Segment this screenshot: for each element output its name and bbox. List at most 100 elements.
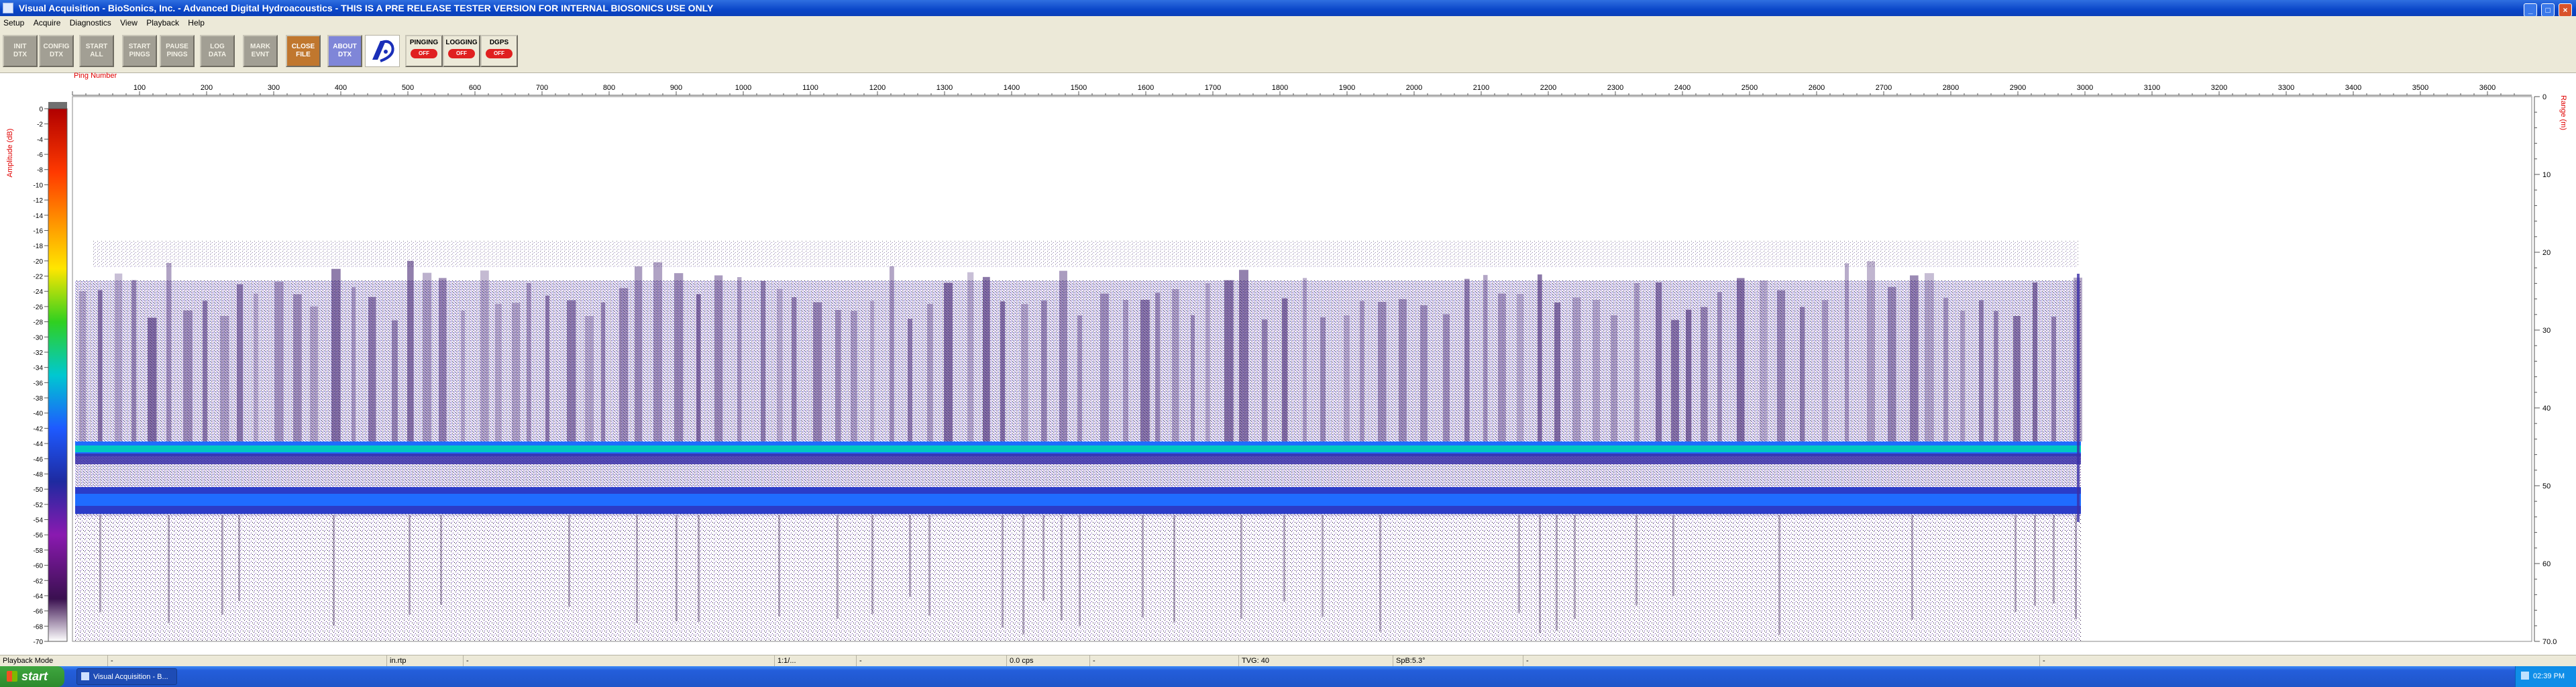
- menu-playback[interactable]: Playback: [146, 18, 179, 28]
- status-spb: SpB:5.3°: [1393, 655, 1426, 667]
- amplitude-axis-label: Amplitude (dB): [6, 129, 14, 178]
- amplitude-tick-label: -60: [34, 563, 44, 570]
- ping-tick-label: 1700: [1205, 84, 1221, 92]
- amplitude-tick-label: -52: [34, 502, 44, 509]
- range-tick-label: 20: [2542, 249, 2551, 257]
- taskbar-item-visual-acquisition[interactable]: Visual Acquisition - B...: [76, 668, 177, 685]
- app-icon: [3, 3, 13, 13]
- amplitude-tick-label: -6: [37, 152, 43, 159]
- status-ratio: 1:1/...: [774, 655, 796, 667]
- range-tick-label: 40: [2542, 405, 2551, 413]
- range-tick-label: 60: [2542, 560, 2551, 568]
- status-sep-3: -: [856, 655, 862, 667]
- ping-tick-label: 1400: [1004, 84, 1020, 92]
- ping-tick-label: 2600: [1809, 84, 1825, 92]
- network-icon[interactable]: [2521, 672, 2529, 680]
- ping-tick-label: 900: [670, 84, 682, 92]
- ping-tick-label: 1500: [1071, 84, 1087, 92]
- menu-help[interactable]: Help: [188, 18, 205, 28]
- amplitude-tick-label: -14: [34, 213, 44, 220]
- ping-tick-label: 2100: [1473, 84, 1489, 92]
- amplitude-tick-label: -24: [34, 288, 44, 296]
- amplitude-tick-label: -30: [34, 334, 44, 341]
- status-sep-1: -: [107, 655, 113, 667]
- amplitude-tick-label: -44: [34, 441, 44, 448]
- toolbar: INIT DTX CONFIG DTX START ALL START PING…: [0, 30, 2576, 73]
- minimize-button[interactable]: _: [2524, 3, 2538, 17]
- amplitude-tick-label: 0: [39, 106, 43, 113]
- title-bar: Visual Acquisition - BioSonics, Inc. - A…: [0, 0, 2576, 17]
- close-file-button[interactable]: CLOSE FILE: [286, 35, 321, 67]
- amplitude-tick-label: -64: [34, 593, 44, 600]
- ping-tick-label: 1800: [1272, 84, 1288, 92]
- ping-tick-label: 2500: [1741, 84, 1758, 92]
- amplitude-tick-label: -12: [34, 197, 44, 205]
- amplitude-tick-label: -42: [34, 425, 44, 433]
- status-file: in.rtp: [386, 655, 406, 667]
- ping-tick-label: 300: [268, 84, 280, 92]
- ping-tick-label: 2800: [1943, 84, 1959, 92]
- amplitude-tick-label: -50: [34, 486, 44, 494]
- biosonics-logo-icon: [365, 35, 400, 67]
- ping-axis-label: Ping Number: [74, 72, 117, 80]
- task-label: Visual Acquisition - B...: [93, 673, 168, 681]
- status-tvg: TVG: 40: [1238, 655, 1269, 667]
- amplitude-tick-label: -22: [34, 274, 44, 281]
- ping-ticks: 100 200 300 400 500 600 700 800 900 1000 1100 1200 1…: [72, 84, 2515, 95]
- amplitude-tick-label: -40: [34, 411, 44, 418]
- mark-event-button[interactable]: MARK EVNT: [243, 35, 278, 67]
- menu-acquire[interactable]: Acquire: [34, 18, 61, 28]
- about-dtx-button[interactable]: ABOUT DTX: [327, 35, 362, 67]
- pinging-state: OFF: [411, 49, 437, 58]
- ping-tick-label: 1000: [735, 84, 751, 92]
- status-sep-2: -: [463, 655, 469, 667]
- amplitude-tick-label: -20: [34, 258, 44, 266]
- ping-tick-label: 3600: [2479, 84, 2496, 92]
- amplitude-tick-label: -54: [34, 517, 44, 525]
- pause-pings-button[interactable]: PAUSE PINGS: [160, 35, 195, 67]
- ping-tick-label: 2300: [1607, 84, 1623, 92]
- amplitude-tick-label: -32: [34, 350, 44, 357]
- logging-indicator: LOGGING OFF: [443, 35, 480, 67]
- config-dtx-button[interactable]: CONFIG DTX: [39, 35, 74, 67]
- ping-tick-label: 1100: [802, 84, 818, 92]
- ping-tick-label: 1200: [869, 84, 885, 92]
- start-button[interactable]: start: [0, 666, 64, 687]
- init-dtx-button[interactable]: INIT DTX: [3, 35, 38, 67]
- amplitude-tick-label: -66: [34, 609, 44, 616]
- echogram-view[interactable]: Ping Number Amplitude (dB) Range (m) 0 -2…: [0, 72, 2576, 655]
- ping-tick-label: 100: [133, 84, 146, 92]
- ping-tick-label: 1300: [936, 84, 953, 92]
- ping-tick-label: 3300: [2278, 84, 2294, 92]
- amplitude-tick-label: -26: [34, 304, 44, 311]
- log-data-button[interactable]: LOG DATA: [200, 35, 235, 67]
- amplitude-ticks: 0 -2 -4 -6 -8 -10 -12 -14 -16 -18 -20 -22 -24 -26 -28 -…: [34, 106, 48, 646]
- status-rate: 0.0 cps: [1006, 655, 1033, 667]
- amplitude-tick-label: -36: [34, 380, 44, 387]
- dgps-indicator: DGPS OFF: [480, 35, 518, 67]
- pinging-indicator: PINGING OFF: [405, 35, 443, 67]
- start-all-button[interactable]: START ALL: [79, 35, 114, 67]
- app-window-icon: [81, 672, 89, 680]
- amplitude-tick-label: -46: [34, 456, 44, 464]
- close-button[interactable]: ×: [2559, 3, 2572, 17]
- ping-tick-label: 600: [469, 84, 481, 92]
- menu-view[interactable]: View: [120, 18, 138, 28]
- amplitude-tick-label: -16: [34, 227, 44, 235]
- ping-tick-label: 1600: [1138, 84, 1154, 92]
- maximize-button[interactable]: □: [2541, 3, 2555, 17]
- menu-diagnostics[interactable]: Diagnostics: [70, 18, 111, 28]
- ping-tick-label: 3200: [2211, 84, 2227, 92]
- amplitude-tick-label: -10: [34, 182, 44, 189]
- menu-setup[interactable]: Setup: [3, 18, 24, 28]
- amplitude-tick-label: -68: [34, 623, 44, 631]
- ping-tick-label: 3500: [2412, 84, 2428, 92]
- amplitude-tick-label: -48: [34, 471, 44, 478]
- window-title: Visual Acquisition - BioSonics, Inc. - A…: [18, 3, 714, 13]
- range-axis-label: Range (m): [2559, 95, 2567, 130]
- start-pings-button[interactable]: START PINGS: [122, 35, 157, 67]
- range-ticks: 0 10 20 30 40 50 60 70.0: [2534, 93, 2557, 646]
- amplitude-colorbar: [48, 108, 68, 642]
- colorbar-cap: [48, 102, 67, 109]
- range-tick-label: 0: [2542, 93, 2546, 101]
